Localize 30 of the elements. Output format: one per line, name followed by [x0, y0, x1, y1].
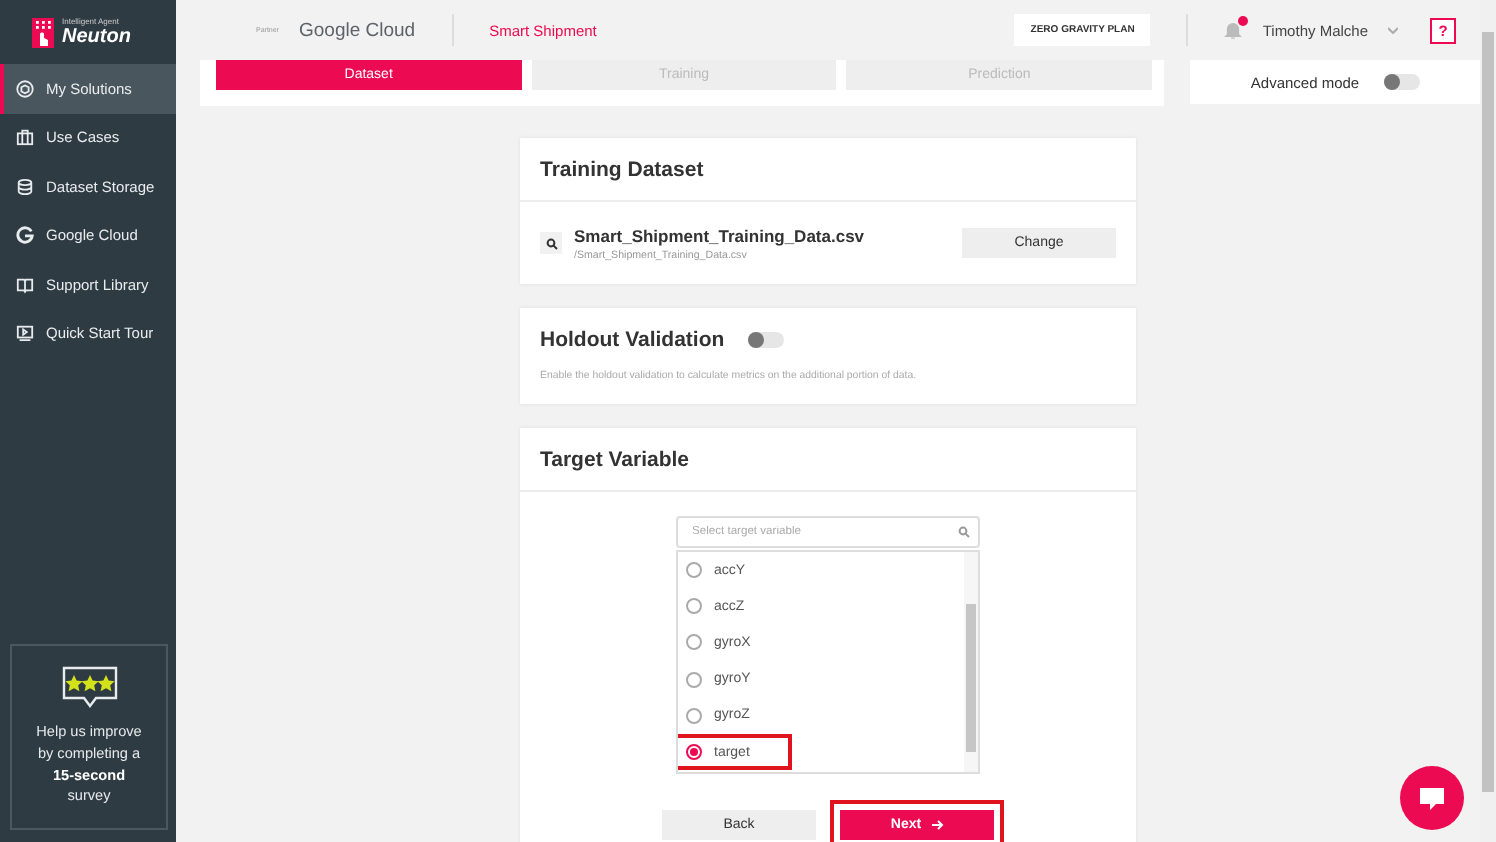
- arrow-right-icon: [931, 820, 944, 830]
- partner-name: Google Cloud: [298, 19, 416, 41]
- radio-button[interactable]: [686, 634, 702, 651]
- search-icon: [540, 232, 562, 254]
- card-title: Training Dataset: [540, 157, 704, 181]
- radio-button[interactable]: [686, 562, 702, 579]
- scrollbar[interactable]: [964, 552, 978, 772]
- search-icon: [958, 526, 970, 538]
- card-title: Holdout Validation: [540, 328, 725, 352]
- file-name: Smart_Shipment_Training_Data.csv: [574, 225, 867, 245]
- holdout-toggle[interactable]: [748, 332, 785, 348]
- book-icon: [16, 275, 34, 294]
- database-icon: [16, 177, 34, 196]
- chat-bubble-icon: [1418, 785, 1446, 811]
- cube-icon: [16, 79, 34, 98]
- radio-button[interactable]: [686, 598, 702, 615]
- caret-icon[interactable]: [1388, 26, 1398, 34]
- radio-button[interactable]: [686, 707, 702, 724]
- video-icon: [16, 324, 34, 343]
- rating-speech-bubble-icon: [61, 666, 117, 711]
- advanced-mode-toggle[interactable]: [1383, 74, 1420, 90]
- briefcase-icon: [16, 128, 34, 147]
- radio-button[interactable]: [686, 671, 702, 688]
- logo-icon: [32, 17, 54, 47]
- notification-bell-icon[interactable]: [1224, 20, 1243, 40]
- radio-button[interactable]: [686, 744, 702, 761]
- chat-button[interactable]: [1400, 766, 1464, 830]
- brand-name: Neuton: [62, 26, 131, 48]
- card-title: Target Variable: [540, 447, 690, 471]
- google-icon: [16, 226, 34, 245]
